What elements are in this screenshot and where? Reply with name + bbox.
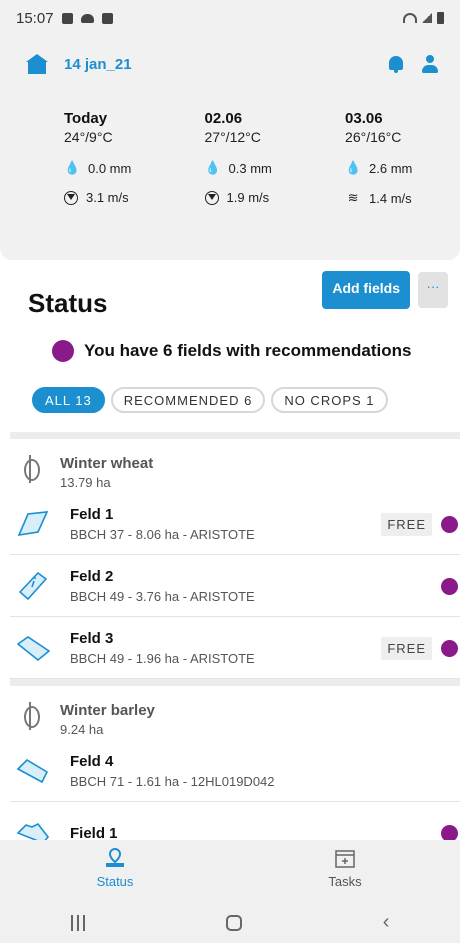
field-details: BBCH 49 - 3.76 ha - ARISTOTE: [70, 588, 255, 604]
recent-apps-button[interactable]: [70, 914, 85, 931]
crop-name: Winter wheat: [60, 455, 154, 472]
battery-icon: [437, 12, 444, 24]
forecast-day-label: 03.06: [345, 110, 383, 127]
wheat-icon: [24, 455, 40, 483]
status-header: Status Add fields ···: [28, 270, 448, 318]
field-name: Feld 2: [70, 567, 114, 585]
recommendation-text: You have 6 fields with recommendations: [84, 341, 412, 360]
crop-area: 13.79 ha: [60, 475, 111, 490]
page-title: Status: [28, 287, 108, 318]
bottom-navigation: Status Tasks: [0, 840, 460, 902]
weather-forecast[interactable]: Today 24°/9°C 💧 0.0 mm 3.1 m/s 02.06 27°/…: [64, 110, 444, 206]
home-button[interactable]: [225, 914, 242, 931]
cloud-notification-icon: [80, 13, 94, 23]
field-shape-icon: [16, 571, 50, 600]
divider: [10, 432, 460, 439]
recommendation-dot-icon: [441, 516, 458, 533]
barley-icon: [24, 702, 40, 730]
filter-chips: ALL 13 RECOMMENDED 6 NO CROPS 1: [32, 387, 388, 413]
signal-icon: [422, 13, 432, 23]
filter-chip-all[interactable]: ALL 13: [32, 387, 105, 413]
crop-group-header: Winter wheat 13.79 ha: [10, 439, 460, 493]
forecast-wind: 1.9 m/s: [226, 190, 270, 205]
crop-name: Winter barley: [60, 702, 155, 719]
forecast-day-today: Today 24°/9°C 💧 0.0 mm 3.1 m/s: [64, 110, 205, 206]
field-name: Feld 3: [70, 629, 114, 647]
crop-area: 9.24 ha: [60, 722, 104, 737]
recommendation-dot-icon: [441, 578, 458, 595]
wind-direction-icon: [204, 190, 219, 205]
field-name: Feld 1: [70, 505, 114, 523]
notifications-bell-icon[interactable]: [388, 55, 404, 73]
image-notification-icon: [61, 12, 73, 24]
field-shape-icon: [16, 757, 50, 785]
field-shape-icon: [16, 634, 51, 662]
more-options-button[interactable]: ···: [418, 272, 448, 308]
filter-chip-no-crops[interactable]: NO CROPS 1: [271, 387, 388, 413]
field-row[interactable]: Feld 1 BBCH 37 - 8.06 ha - ARISTOTE FREE: [10, 493, 460, 555]
clock: 15:07: [16, 9, 54, 27]
forecast-temperature: 27°/12°C: [204, 129, 261, 145]
rain-drop-icon: 💧: [345, 160, 362, 175]
recommendation-summary: You have 6 fields with recommendations: [52, 340, 411, 362]
farm-icon: [26, 54, 48, 74]
rain-drop-icon: 💧: [204, 160, 221, 175]
forecast-day-label: 02.06: [204, 110, 243, 127]
system-navigation-bar: ‹: [0, 902, 460, 943]
field-details: BBCH 71 - 1.61 ha - 12HL019D042: [70, 773, 275, 789]
field-details: BBCH 37 - 8.06 ha - ARISTOTE: [70, 526, 255, 542]
forecast-day-2: 02.06 27°/12°C 💧 0.3 mm 1.9 m/s: [204, 110, 346, 206]
farm-selector[interactable]: 14 jan_21: [26, 54, 132, 74]
tab-label: Status: [96, 874, 134, 889]
field-name: Field 1: [70, 824, 118, 842]
free-badge: FREE: [381, 637, 432, 660]
forecast-day-3: 03.06 26°/16°C 💧 2.6 mm ≋ 1.4 m/s: [345, 110, 444, 206]
app-notification-icon: [101, 12, 113, 24]
forecast-rain: 0.3 mm: [228, 160, 272, 176]
forecast-temperature: 26°/16°C: [345, 129, 402, 145]
forecast-temperature: 24°/9°C: [64, 129, 113, 145]
calendar-icon: [334, 848, 356, 868]
tab-tasks[interactable]: Tasks: [230, 840, 460, 902]
divider: [10, 679, 460, 686]
forecast-day-label: Today: [64, 110, 108, 127]
filter-chip-recommended[interactable]: RECOMMENDED 6: [110, 387, 266, 413]
forecast-wind: 1.4 m/s: [369, 190, 412, 206]
field-row[interactable]: Feld 3 BBCH 49 - 1.96 ha - ARISTOTE FREE: [10, 617, 460, 679]
wind-gusts-icon: ≋: [347, 190, 359, 205]
wind-direction-icon: [64, 190, 78, 205]
field-row[interactable]: Feld 2 BBCH 49 - 3.76 ha - ARISTOTE: [10, 555, 460, 617]
weather-panel: 14 jan_21 Today 24°/9°C 💧 0.0 mm 3.1 m/s …: [0, 36, 460, 260]
tab-label: Tasks: [328, 874, 362, 889]
free-badge: FREE: [381, 513, 432, 536]
field-shape-icon: [16, 510, 50, 538]
forecast-rain: 2.6 mm: [369, 160, 413, 176]
field-details: BBCH 49 - 1.96 ha - ARISTOTE: [70, 650, 255, 666]
forecast-rain: 0.0 mm: [88, 160, 132, 176]
recommendation-dot-icon: [441, 640, 458, 657]
wifi-icon: [403, 13, 417, 23]
map-pin-icon: [104, 847, 126, 868]
recommendation-dot-icon: [52, 340, 74, 362]
field-name: Feld 4: [70, 752, 114, 770]
back-button[interactable]: ‹: [383, 911, 390, 934]
crop-group-header: Winter barley 9.24 ha: [10, 686, 460, 740]
farm-name: 14 jan_21: [64, 55, 132, 73]
forecast-wind: 3.1 m/s: [86, 190, 129, 205]
user-profile-icon[interactable]: [422, 55, 438, 73]
add-fields-button[interactable]: Add fields: [322, 271, 410, 309]
tab-status[interactable]: Status: [0, 840, 230, 902]
field-row[interactable]: Feld 4 BBCH 71 - 1.61 ha - 12HL019D042: [10, 740, 460, 802]
system-status-bar: 15:07: [0, 0, 460, 36]
field-list: Winter wheat 13.79 ha Feld 1 BBCH 37 - 8…: [10, 432, 460, 864]
rain-drop-icon: 💧: [64, 160, 81, 175]
